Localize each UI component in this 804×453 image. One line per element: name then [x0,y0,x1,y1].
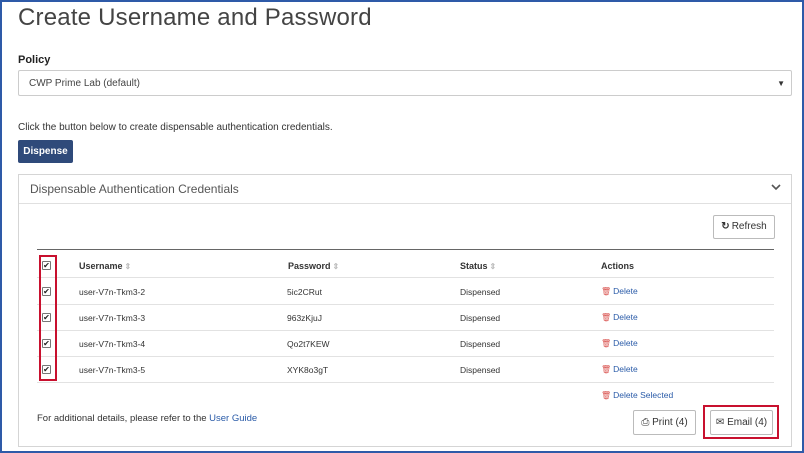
chevron-down-icon: ▼ [777,79,785,88]
row-divider [37,277,774,278]
column-header-label: Username [79,261,123,271]
email-label: Email (4) [727,417,768,428]
page-title: Create Username and Password [18,4,372,31]
status-cell: Dispensed [460,313,501,323]
password-cell: 5ic2CRut [287,287,322,297]
refresh-button[interactable]: ↻ Refresh [713,215,775,239]
row-checkbox[interactable]: ✔ [42,339,51,348]
panel-header[interactable]: Dispensable Authentication Credentials [19,175,791,204]
password-cell: 963zKjuJ [287,313,322,323]
sort-icon: ⇕ [332,262,340,271]
password-cell: XYK8o3gT [287,365,329,375]
row-divider [37,330,774,331]
delete-label: Delete [613,312,638,322]
status-cell: Dispensed [460,287,501,297]
row-checkbox[interactable]: ✔ [42,313,51,322]
row-divider [37,304,774,305]
column-header-status[interactable]: Status ⇕ [460,261,496,271]
sort-icon: ⇕ [489,262,497,271]
trash-icon: 🗑 [601,339,612,348]
status-cell: Dispensed [460,339,501,349]
print-button[interactable]: ⎙ Print (4) [633,410,696,435]
collapse-chevron-icon[interactable] [771,182,781,192]
credentials-panel: Dispensable Authentication Credentials ↻… [18,174,792,447]
username-cell: user-V7n-Tkm3-3 [79,313,146,323]
status-cell: Dispensed [460,365,501,375]
delete-link[interactable]: 🗑 Delete [601,286,638,296]
column-header-actions: Actions [601,261,635,271]
delete-label: Delete [613,338,638,348]
delete-link[interactable]: 🗑 Delete [601,338,638,348]
policy-selected-value: CWP Prime Lab (default) [29,78,140,89]
printer-icon: ⎙ [641,417,650,428]
username-cell: user-V7n-Tkm3-4 [79,339,146,349]
footer-note-text: For additional details, please refer to … [37,413,207,424]
delete-link[interactable]: 🗑 Delete [601,312,638,322]
row-divider [37,356,774,357]
refresh-label: Refresh [731,221,767,232]
refresh-icon: ↻ [721,221,730,232]
trash-icon: 🗑 [601,391,612,400]
delete-link[interactable]: 🗑 Delete [601,364,638,374]
delete-selected-label: Delete Selected [613,390,674,400]
trash-icon: 🗑 [601,313,612,322]
delete-selected-link[interactable]: 🗑 Delete Selected [601,390,673,400]
select-all-checkbox[interactable]: ✔ [42,261,51,270]
table-divider [37,249,774,250]
policy-label: Policy [18,54,51,66]
envelope-icon: ✉ [715,417,725,428]
username-cell: user-V7n-Tkm3-5 [79,365,146,375]
footer-note: For additional details, please refer to … [37,413,257,424]
delete-label: Delete [613,286,638,296]
column-header-username[interactable]: Username ⇕ [79,261,131,271]
trash-icon: 🗑 [601,365,612,374]
instructions-text: Click the button below to create dispens… [18,122,333,133]
email-button[interactable]: ✉ Email (4) [710,410,773,435]
trash-icon: 🗑 [601,287,612,296]
row-checkbox[interactable]: ✔ [42,365,51,374]
print-label: Print (4) [652,417,688,428]
user-guide-link[interactable]: User Guide [209,413,257,424]
policy-select[interactable]: CWP Prime Lab (default) ▼ [18,70,792,96]
sort-icon: ⇕ [124,262,132,271]
dispense-button[interactable]: Dispense [18,140,73,163]
username-cell: user-V7n-Tkm3-2 [79,287,146,297]
panel-title: Dispensable Authentication Credentials [30,182,239,196]
row-divider [37,382,774,383]
password-cell: Qo2t7KEW [287,339,330,349]
column-header-label: Password [288,261,331,271]
row-checkbox[interactable]: ✔ [42,287,51,296]
delete-label: Delete [613,364,638,374]
column-header-password[interactable]: Password ⇕ [288,261,339,271]
column-header-label: Status [460,261,488,271]
